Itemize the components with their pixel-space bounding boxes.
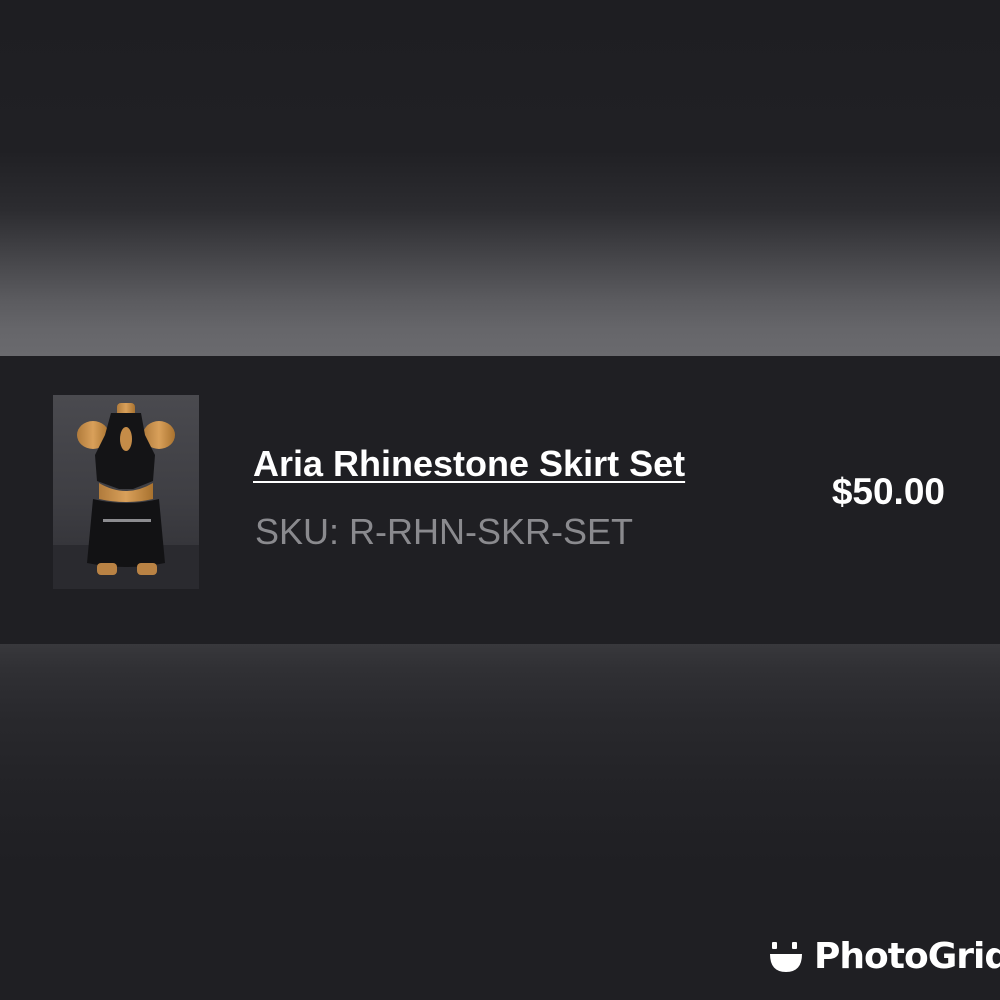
- photogrid-logo-icon: [770, 942, 802, 972]
- product-photo-image: [53, 403, 199, 589]
- cart-item-row: Aria Rhinestone Skirt Set SKU: R-RHN-SKR…: [0, 356, 1000, 644]
- product-thumbnail[interactable]: [53, 395, 199, 589]
- photogrid-watermark: PhotoGrid: [768, 932, 1000, 980]
- product-price: $50.00: [831, 471, 945, 512]
- product-title-link[interactable]: Aria Rhinestone Skirt Set: [253, 442, 685, 486]
- photogrid-watermark-text: PhotoGrid: [814, 935, 1000, 977]
- background-gradient-top: [0, 0, 1000, 356]
- screen: Aria Rhinestone Skirt Set SKU: R-RHN-SKR…: [0, 0, 1000, 1000]
- product-sku: SKU: R-RHN-SKR-SET: [255, 511, 634, 552]
